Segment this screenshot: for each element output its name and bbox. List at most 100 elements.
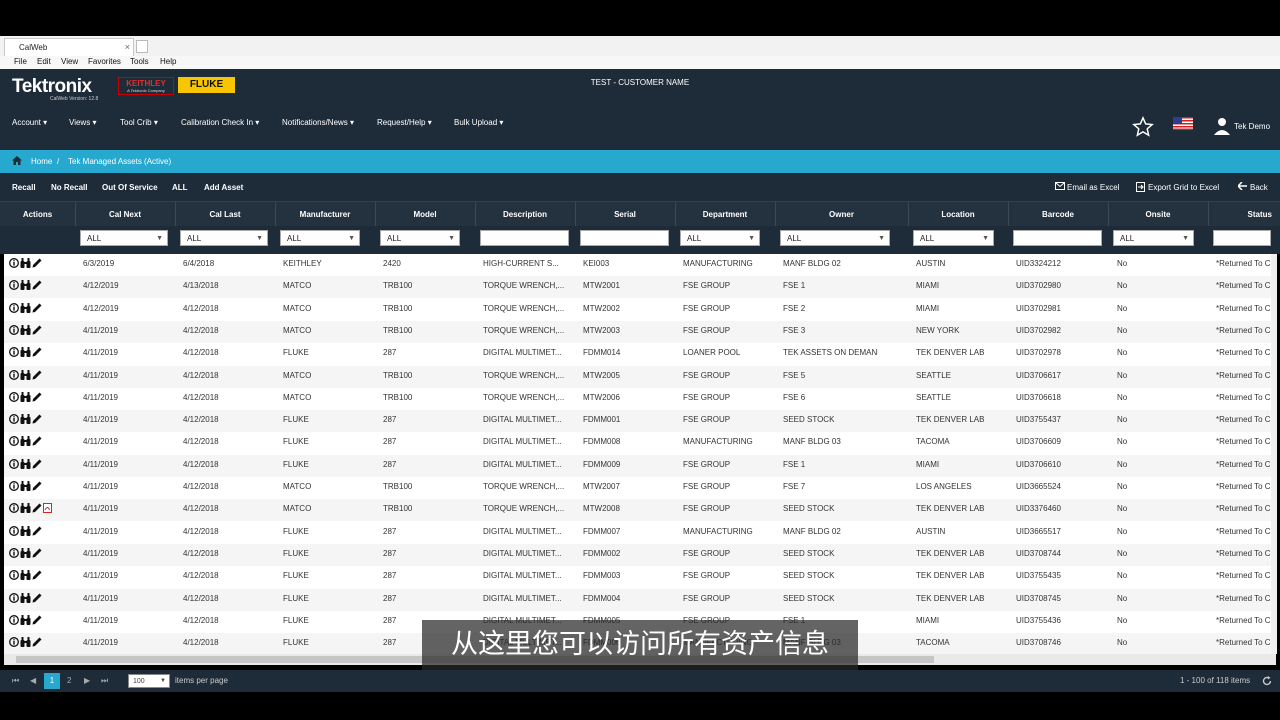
email-as-excel-button[interactable]: Email as Excel [1055,182,1119,192]
table-row[interactable]: 4/11/2019 4/12/2018 FLUKE 287 DIGITAL MULTIM… [4,343,1276,365]
filter-recall-button[interactable]: Recall [12,183,36,192]
edit-pencil-icon[interactable] [32,303,42,313]
edit-pencil-icon[interactable] [32,370,42,380]
table-row[interactable]: 4/11/2019 4/12/2018 FLUKE 287 DIGITAL MULTIM… [4,522,1276,544]
column-barcode[interactable]: Barcode [1008,202,1109,227]
table-row[interactable]: 4/11/2019 4/12/2018 FLUKE 287 DIGITAL MULTIM… [4,566,1276,588]
edit-pencil-icon[interactable] [32,637,42,647]
table-row[interactable]: 4/11/2019 4/12/2018 MATCO TRB100 TORQUE WREN… [4,320,1276,343]
info-icon[interactable] [9,258,19,268]
us-flag-icon[interactable] [1173,117,1193,130]
column-onsite[interactable]: Onsite [1108,202,1209,227]
page-2-button[interactable]: 2 [67,676,71,685]
edit-pencil-icon[interactable] [32,436,42,446]
pdf-icon[interactable] [43,503,52,514]
edit-pencil-icon[interactable] [32,593,42,603]
new-tab-button[interactable] [136,40,148,53]
binoculars-icon[interactable] [20,481,31,491]
edit-pencil-icon[interactable] [32,280,42,290]
nav-views[interactable]: Views ▾ [69,118,96,127]
info-icon[interactable] [9,414,19,425]
edit-pencil-icon[interactable] [32,570,42,580]
page-size-select[interactable]: 100 ▼ [128,674,170,688]
prev-page-icon[interactable]: ◀ [30,676,36,685]
table-row[interactable]: 4/11/2019 4/12/2018 FLUKE 287 DIGITAL MULTIM… [4,410,1276,433]
binoculars-icon[interactable] [20,458,31,469]
info-icon[interactable] [9,525,19,536]
nav-calibration-check-in[interactable]: Calibration Check In ▾ [181,118,259,127]
info-icon[interactable] [9,614,19,625]
info-icon[interactable] [9,592,19,603]
edit-pencil-icon[interactable] [32,325,42,335]
info-icon[interactable] [9,481,19,491]
filter-status[interactable] [1213,230,1271,246]
menu-favorites[interactable]: Favorites [88,57,121,66]
info-icon[interactable] [9,547,19,558]
page-1-button[interactable]: 1 [44,673,60,689]
table-row[interactable]: 4/11/2019 4/12/2018 FLUKE 287 DIGITAL MULTIM… [4,543,1276,566]
filter-serial[interactable] [580,230,669,246]
edit-pencil-icon[interactable] [32,258,42,268]
table-row[interactable]: 4/11/2019 4/12/2018 MATCO TRB100 TORQUE WREN… [4,365,1276,388]
first-page-icon[interactable]: ⏮ [12,676,19,686]
nav-tool-crib[interactable]: Tool Crib ▾ [120,118,158,127]
info-icon[interactable] [9,302,19,313]
filter-out-of-service-button[interactable]: Out Of Service [102,183,158,192]
column-description[interactable]: Description [475,202,576,227]
column-serial[interactable]: Serial [575,202,676,227]
back-button[interactable]: Back [1238,182,1268,192]
user-name[interactable]: Tek Demo [1234,122,1270,131]
column-department[interactable]: Department [675,202,776,227]
info-icon[interactable] [9,637,19,648]
refresh-icon[interactable] [1262,676,1272,686]
filter-manufacturer[interactable]: ALL ▼ [280,230,360,246]
binoculars-icon[interactable] [20,347,31,358]
info-icon[interactable] [9,324,19,335]
info-icon[interactable] [9,458,19,469]
vertical-scrollbar[interactable] [1271,254,1277,654]
info-icon[interactable] [9,369,19,380]
binoculars-icon[interactable] [20,436,31,447]
edit-pencil-icon[interactable] [32,481,42,491]
table-row[interactable]: 4/11/2019 4/12/2018 FLUKE 287 DIGITAL MULTIM… [4,454,1276,477]
breadcrumb-home[interactable]: Home [31,157,52,166]
filter-location[interactable]: ALL ▼ [913,230,994,246]
info-icon[interactable] [9,436,19,447]
filter-no-recall-button[interactable]: No Recall [51,183,87,192]
binoculars-icon[interactable] [20,391,31,402]
table-row[interactable]: 4/11/2019 4/12/2018 MATCO TRB100 TORQUE WREN… [4,388,1276,410]
export-grid-button[interactable]: Export Grid to Excel [1136,182,1219,192]
edit-pencil-icon[interactable] [32,347,42,357]
binoculars-icon[interactable] [20,324,31,335]
edit-pencil-icon[interactable] [32,548,42,558]
browser-tab[interactable]: CalWeb × [4,38,134,56]
info-icon[interactable] [9,391,19,402]
binoculars-icon[interactable] [20,592,31,603]
home-icon[interactable] [12,156,22,165]
edit-pencil-icon[interactable] [32,615,42,625]
table-row[interactable]: 4/11/2019 4/12/2018 FLUKE 287 DIGITAL MULTIM… [4,432,1276,454]
menu-view[interactable]: View [61,57,78,66]
table-row[interactable]: 4/11/2019 4/12/2018 MATCO TRB100 TORQUE WREN… [4,477,1276,499]
table-row[interactable]: 6/3/2019 6/4/2018 KEITHLEY 2420 HIGH-CURRENT… [4,254,1276,276]
table-row[interactable]: 4/12/2019 4/13/2018 MATCO TRB100 TORQUE WREN… [4,276,1276,299]
column-status[interactable]: Status [1208,202,1280,227]
binoculars-icon[interactable] [20,525,31,536]
edit-pencil-icon[interactable] [32,459,42,469]
filter-model[interactable]: ALL ▼ [380,230,460,246]
column-actions[interactable]: Actions [0,202,76,227]
last-page-icon[interactable]: ⏭ [101,676,108,686]
next-page-icon[interactable]: ▶ [84,676,90,685]
star-icon[interactable] [1132,116,1154,138]
nav-account[interactable]: Account ▾ [12,118,47,127]
close-icon[interactable]: × [125,39,130,56]
edit-pencil-icon[interactable] [32,526,42,536]
edit-pencil-icon[interactable] [32,503,42,513]
add-asset-button[interactable]: Add Asset [204,183,243,192]
user-icon[interactable] [1213,117,1231,135]
binoculars-icon[interactable] [20,369,31,380]
menu-help[interactable]: Help [160,57,176,66]
column-cal-last[interactable]: Cal Last [175,202,276,227]
filter-description[interactable] [480,230,569,246]
binoculars-icon[interactable] [20,414,31,425]
